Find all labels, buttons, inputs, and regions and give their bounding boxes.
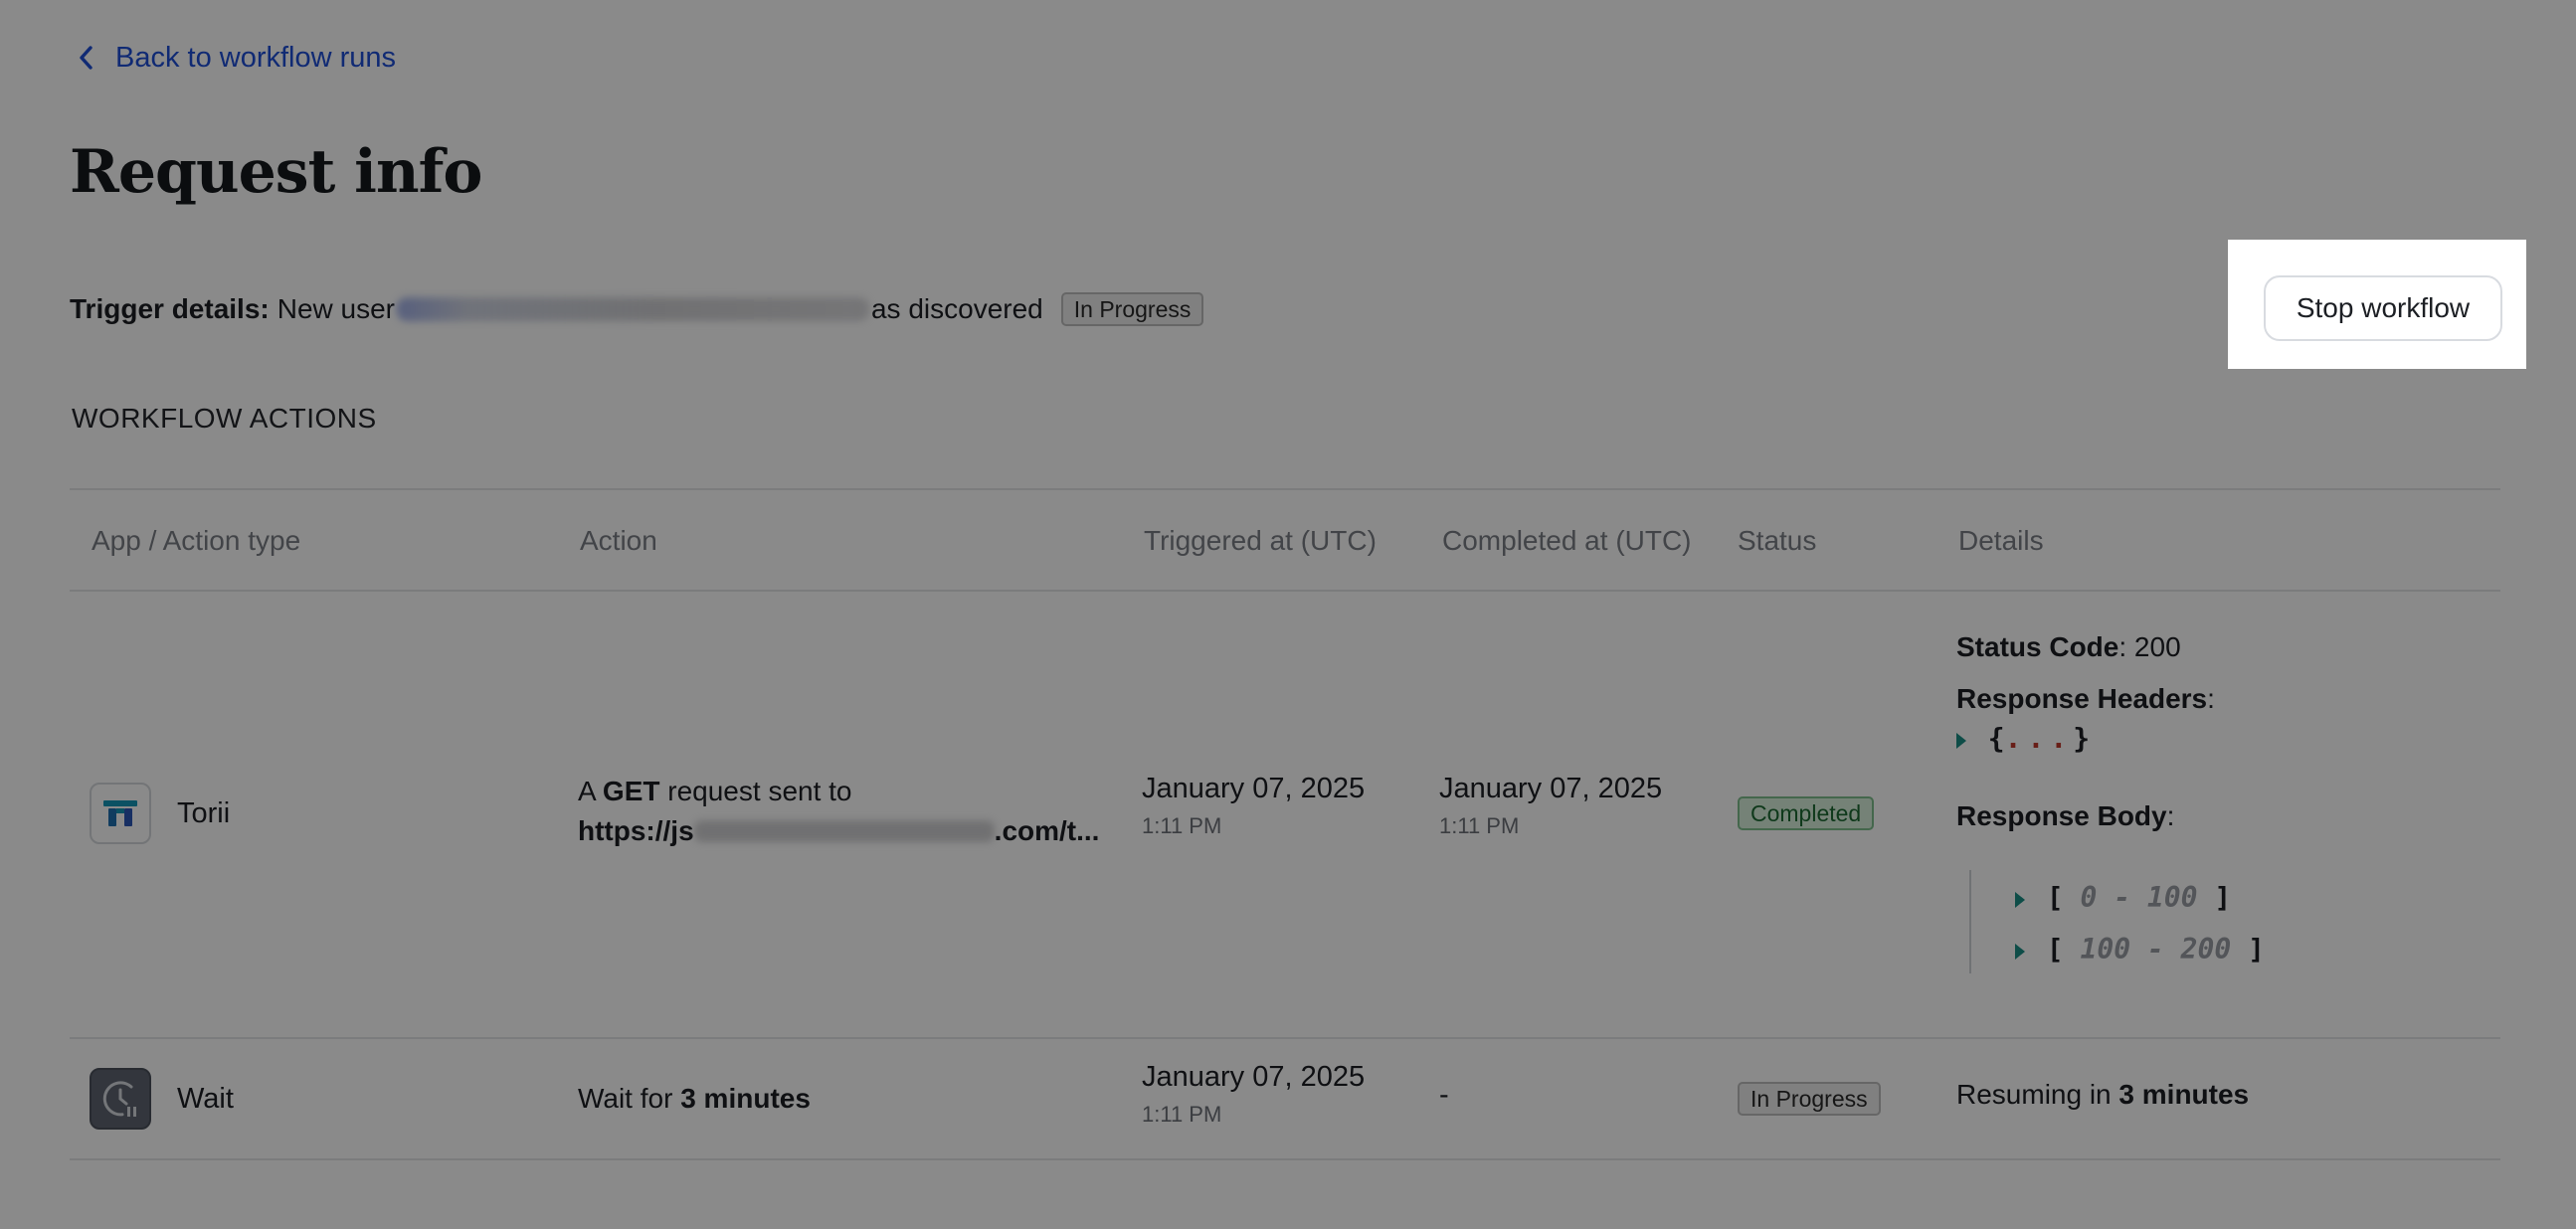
expand-caret-icon xyxy=(1956,732,1966,749)
body-colon: : xyxy=(2166,800,2175,831)
range-label: 0 - 100 xyxy=(2080,881,2198,914)
back-to-workflow-runs-link[interactable]: Back to workflow runs xyxy=(78,38,396,78)
action-prefix: A xyxy=(578,776,596,806)
table-header-row: App / Action type Action Triggered at (U… xyxy=(70,488,2500,590)
url-start: https://js xyxy=(578,815,694,846)
app-cell: Torii xyxy=(90,783,230,844)
status-code-label: Status Code xyxy=(1956,631,2119,662)
column-header-action: Action xyxy=(580,525,657,556)
response-headers-label: Response Headers xyxy=(1956,683,2208,714)
column-header-status: Status xyxy=(1738,525,1817,556)
clock-pause-icon xyxy=(90,1068,151,1130)
wait-prefix: Wait for xyxy=(578,1083,673,1114)
response-headers-toggle[interactable]: {...} xyxy=(1956,719,2474,759)
expand-caret-icon xyxy=(2015,943,2025,960)
wait-duration: 3 minutes xyxy=(680,1083,811,1114)
redacted-url xyxy=(693,820,995,842)
table-row: Wait Wait for 3 minutes January 07, 2025… xyxy=(70,1037,2500,1160)
triggered-date: January 07, 2025 xyxy=(1142,773,1366,804)
status-badge: Completed xyxy=(1738,796,1875,830)
column-header-app: App / Action type xyxy=(92,525,301,556)
completed-time: 1:11 PM xyxy=(1439,813,1520,838)
headers-close-brace: } xyxy=(2073,722,2091,755)
back-link-label: Back to workflow runs xyxy=(115,41,397,74)
request-info-page: Back to workflow runs Request info Trigg… xyxy=(0,0,2576,1229)
workflow-actions-heading: WORKFLOW ACTIONS xyxy=(72,403,377,434)
response-body-tree: [ 0 - 100 ] [ 100 - 200 ] xyxy=(1969,870,2474,973)
trigger-status-badge: In Progress xyxy=(1060,292,1204,326)
response-body-range[interactable]: [ 100 - 200 ] xyxy=(2015,930,2265,969)
request-url: https://js .com/t... xyxy=(578,811,1099,851)
trigger-text-before: New user xyxy=(276,293,395,324)
triggered-time: 1:11 PM xyxy=(1142,1102,1222,1127)
triggered-at-cell: January 07, 2025 1:11 PM xyxy=(1142,1061,1365,1128)
range-label: 100 - 200 xyxy=(2080,933,2232,966)
response-body-range[interactable]: [ 0 - 100 ] xyxy=(2015,878,2231,918)
response-body-label: Response Body xyxy=(1956,800,2167,831)
page-title: Request info xyxy=(70,137,482,207)
app-name: Torii xyxy=(177,796,231,829)
action-suffix: request sent to xyxy=(667,776,852,806)
app-cell: Wait xyxy=(90,1068,234,1130)
resuming-prefix: Resuming in xyxy=(1956,1079,2112,1110)
completed-date: January 07, 2025 xyxy=(1439,773,1663,804)
completed-at-cell: - xyxy=(1439,1079,1449,1111)
table-row: Torii A GET request sent to https://js .c… xyxy=(70,590,2500,1037)
headers-open-brace: { xyxy=(1987,722,2005,755)
trigger-details-label: Trigger details: xyxy=(70,293,270,324)
action-method: GET xyxy=(602,776,660,806)
workflow-actions-table: App / Action type Action Triggered at (U… xyxy=(70,488,2500,1160)
app-name: Wait xyxy=(177,1082,234,1115)
details-cell: Resuming in 3 minutes xyxy=(1956,1079,2249,1111)
completed-at-cell: January 07, 2025 1:11 PM xyxy=(1439,773,1662,839)
action-cell: A GET request sent to https://js .com/t..… xyxy=(578,772,1099,851)
url-end: .com/t... xyxy=(994,815,1100,846)
action-cell: Wait for 3 minutes xyxy=(578,1079,811,1119)
triggered-date: January 07, 2025 xyxy=(1142,1061,1366,1093)
headers-colon: : xyxy=(2207,683,2215,714)
triggered-at-cell: January 07, 2025 1:11 PM xyxy=(1142,773,1365,839)
redacted-user-link[interactable] xyxy=(396,297,869,321)
expand-caret-icon xyxy=(2015,891,2025,908)
status-code-value: : 200 xyxy=(2118,631,2181,662)
column-header-triggered: Triggered at (UTC) xyxy=(1144,525,1377,556)
torii-logo-icon xyxy=(90,783,151,844)
status-badge: In Progress xyxy=(1738,1082,1881,1116)
resuming-duration: 3 minutes xyxy=(2118,1079,2250,1110)
stop-workflow-button[interactable]: Stop workflow xyxy=(2264,275,2502,341)
column-header-completed: Completed at (UTC) xyxy=(1442,525,1692,556)
column-header-details: Details xyxy=(1958,525,2044,556)
trigger-details: Trigger details: New user as discovered … xyxy=(70,288,1204,330)
triggered-time: 1:11 PM xyxy=(1142,813,1222,838)
trigger-text-after: as discovered xyxy=(870,293,1043,324)
details-cell: Status Code: 200 Response Headers: {...}… xyxy=(1956,627,2474,973)
headers-ellipsis: ... xyxy=(2004,722,2074,755)
chevron-left-icon xyxy=(80,46,92,70)
